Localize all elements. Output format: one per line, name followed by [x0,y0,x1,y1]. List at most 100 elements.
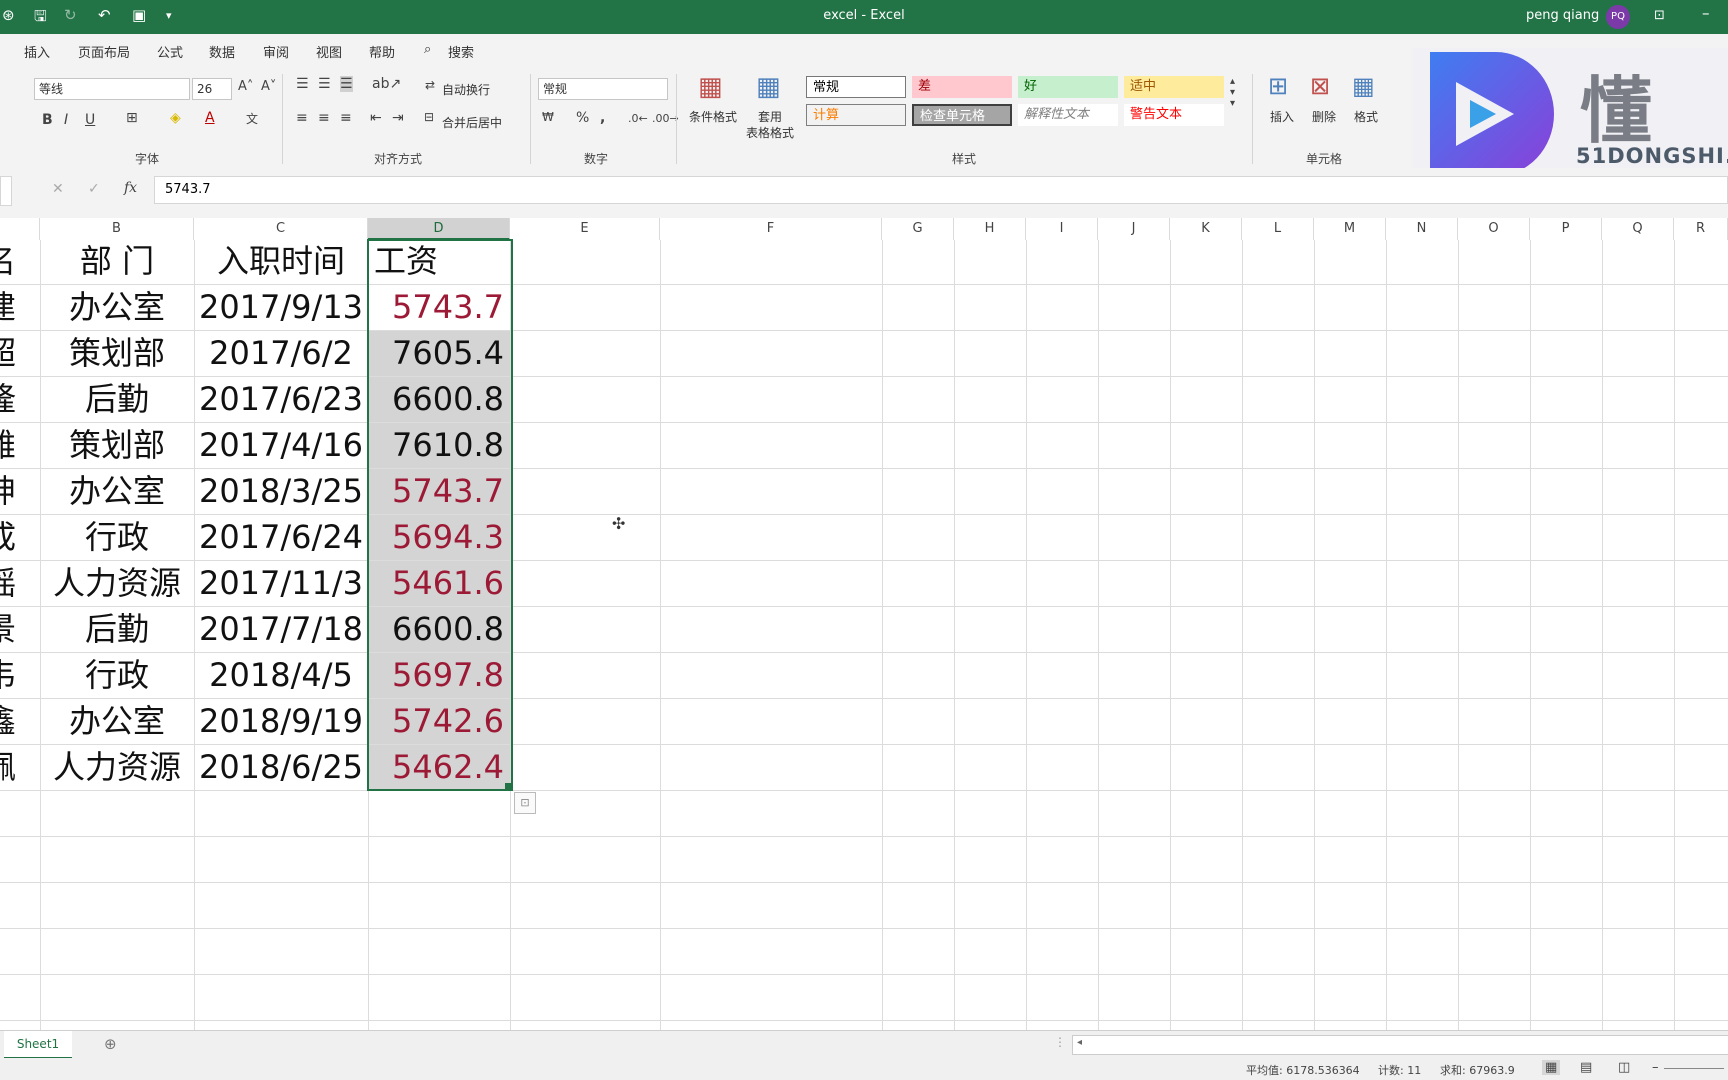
merge-icon[interactable]: ⊟ [424,110,434,124]
style-normal[interactable]: 常规 [806,76,906,98]
style-check-cell[interactable]: 检查单元格 [912,104,1012,126]
decrease-font-icon[interactable]: A˅ [261,79,276,94]
style-neutral[interactable]: 适中 [1124,76,1224,98]
align-left-icon[interactable]: ≡ [296,110,308,126]
insert-cells-button[interactable]: 插入 [1262,108,1302,125]
font-name-select[interactable]: 等线 [34,78,190,100]
cell-name[interactable]: 超 [0,330,40,376]
bold-icon[interactable]: B [42,112,53,128]
column-header[interactable]: I [1026,218,1098,240]
column-header[interactable]: Q [1602,218,1674,240]
style-good[interactable]: 好 [1018,76,1118,98]
cell-date[interactable]: 2018/4/5 [194,652,368,698]
page-layout-view-icon[interactable]: ▤ [1580,1060,1592,1075]
column-header[interactable]: M [1314,218,1386,240]
cell-dept[interactable]: 策划部 [40,330,194,376]
column-header[interactable]: K [1170,218,1242,240]
delete-cells-icon[interactable]: ⊠ [1310,72,1330,100]
sheet-tab[interactable]: Sheet1 [4,1031,72,1059]
conditional-format-button[interactable]: 条件格式 [684,108,742,125]
cell-name[interactable]: 成 [0,514,40,560]
user-name[interactable]: peng qiang [1526,8,1599,23]
increase-decimal-icon[interactable]: .0← [628,112,648,125]
wrap-text-button[interactable]: 自动换行 [442,81,490,98]
cell-date[interactable]: 2017/4/16 [194,422,368,468]
column-header[interactable]: R [1674,218,1728,240]
wrap-text-icon[interactable]: ⇄ [425,78,435,92]
cell-name[interactable]: 鑫 [0,698,40,744]
cell-dept[interactable]: 人力资源 [40,560,194,606]
cell-date[interactable]: 2017/9/13 [194,284,368,330]
cell-dept[interactable]: 策划部 [40,422,194,468]
merge-center-button[interactable]: 合并后居中 [442,114,502,131]
style-warning[interactable]: 警告文本 [1124,104,1224,126]
quick-analysis-icon[interactable]: ⊡ [514,792,536,814]
minimize-icon[interactable]: – [1702,4,1710,22]
column-header[interactable]: H [954,218,1026,240]
column-header-selected[interactable]: D [368,218,510,240]
insert-cells-icon[interactable]: ⊞ [1268,72,1288,100]
tab-split-icon[interactable]: ⋮ [1054,1035,1066,1049]
cell-name[interactable]: 坤 [0,468,40,514]
cell-header-salary[interactable]: 工资 [368,238,510,284]
cell-name[interactable]: 雄 [0,422,40,468]
cell-dept[interactable]: 行政 [40,514,194,560]
cell-date[interactable]: 2017/6/24 [194,514,368,560]
cell-name[interactable]: 隆 [0,376,40,422]
cell-header-dept[interactable]: 部 门 [40,238,194,284]
cell-salary[interactable]: 5742.6 [368,698,510,744]
cancel-icon[interactable]: ✕ [52,181,64,197]
cell-salary[interactable]: 5462.4 [368,744,510,790]
cell-name[interactable]: 景 [0,606,40,652]
column-header[interactable]: F [660,218,882,240]
number-format-select[interactable]: 常规 [538,78,668,100]
underline-icon[interactable]: U [85,112,95,128]
tab-page-layout[interactable]: 页面布局 [78,42,130,61]
cell-date[interactable]: 2018/3/25 [194,468,368,514]
cell-dept[interactable]: 办公室 [40,284,194,330]
column-header[interactable]: C [194,218,368,240]
cell-name[interactable]: 瑶 [0,560,40,606]
cell-salary[interactable]: 5461.6 [368,560,510,606]
cell-dept[interactable]: 行政 [40,652,194,698]
decrease-decimal-icon[interactable]: .00→ [652,112,679,125]
align-right-icon[interactable]: ≡ [340,110,352,126]
tab-data[interactable]: 数据 [209,42,235,61]
column-header[interactable]: E [510,218,660,240]
cell-date[interactable]: 2018/6/25 [194,744,368,790]
percent-icon[interactable]: % [576,110,589,126]
cell-date[interactable]: 2017/7/18 [194,606,368,652]
italic-icon[interactable]: I [64,112,68,128]
tab-formulas[interactable]: 公式 [157,42,183,61]
cell-dept[interactable]: 办公室 [40,698,194,744]
align-top-icon[interactable]: ☰ [296,76,309,92]
search-icon[interactable]: ⌕ [424,42,431,57]
zoom-slider[interactable] [1664,1068,1724,1069]
column-header[interactable]: N [1386,218,1458,240]
cell-date[interactable]: 2018/9/19 [194,698,368,744]
cell-header-name[interactable]: 名 [0,238,40,284]
scroll-left-icon[interactable]: ◂ [1077,1037,1082,1048]
ribbon-display-icon[interactable]: ⊡ [1654,8,1665,23]
column-header[interactable]: L [1242,218,1314,240]
cell-dept[interactable]: 人力资源 [40,744,194,790]
column-header[interactable]: J [1098,218,1170,240]
tab-insert[interactable]: 插入 [24,42,50,61]
column-header[interactable]: P [1530,218,1602,240]
formula-input[interactable]: 5743.7 [154,176,1728,204]
decrease-indent-icon[interactable]: ⇤ [370,110,382,126]
font-size-select[interactable]: 26 [192,78,232,100]
conditional-format-icon[interactable]: ▦ [698,72,723,102]
cell-salary[interactable]: 5743.7 [368,284,510,330]
cell-salary[interactable]: 5697.8 [368,652,510,698]
column-header[interactable]: G [882,218,954,240]
increase-font-icon[interactable]: A˄ [238,79,253,94]
align-bottom-icon[interactable]: ☰ [340,76,353,92]
style-calculation[interactable]: 计算 [806,104,906,126]
styles-scroll-icon[interactable]: ▴ ▾ ▾ [1230,76,1235,109]
horizontal-scrollbar[interactable]: ◂ [1072,1035,1728,1055]
cell-salary[interactable]: 5694.3 [368,514,510,560]
cell-salary[interactable]: 7610.8 [368,422,510,468]
cell-name[interactable]: 佩 [0,744,40,790]
format-cells-button[interactable]: 格式 [1346,108,1386,125]
